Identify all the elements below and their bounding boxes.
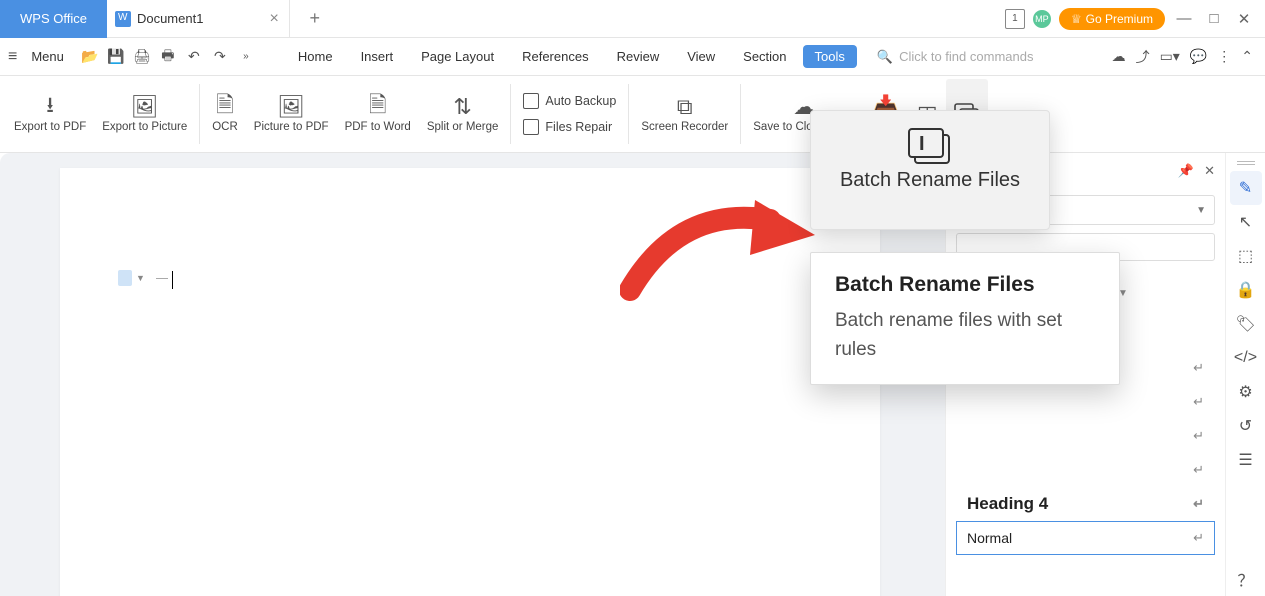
ocr-button[interactable]: 🗎OCR [204, 79, 246, 149]
window-count-badge[interactable]: 1 [1005, 9, 1025, 29]
picture-to-pdf-button[interactable]: 🖼Picture to PDF [246, 79, 337, 149]
title-bar: WPS Office Document1 × + 1 MP ♕ Go Premi… [0, 0, 1265, 38]
recorder-icon: ⧉ [677, 93, 693, 121]
print-icon[interactable]: 🖨 [132, 47, 152, 67]
batch-rename-hover-card: I Batch Rename Files [810, 110, 1050, 230]
rail-pen-icon[interactable]: ✎ [1230, 171, 1262, 205]
export-pdf-button[interactable]: ⭳Export to PDF [6, 79, 94, 149]
ocr-icon: 🗎 [216, 93, 234, 121]
hover-card-label: Batch Rename Files [840, 169, 1020, 192]
tooltip-description: Batch rename files with set rules [835, 307, 1095, 364]
rail-settings-icon[interactable]: ⚙ [1230, 375, 1262, 409]
split-merge-button[interactable]: ⇅Split or Merge [419, 79, 507, 149]
new-tab-button[interactable]: + [300, 4, 330, 34]
rail-tag-icon[interactable]: 🏷 [1230, 307, 1262, 341]
ribbon-tools: ⭳Export to PDF 🖼Export to Picture 🗎OCR 🖼… [0, 76, 1265, 153]
picture-icon: 🖼 [131, 93, 159, 121]
search-icon: 🔍 [877, 49, 893, 65]
redo-icon[interactable]: ↷ [210, 47, 230, 67]
annotation-arrow [620, 195, 820, 305]
batch-rename-tooltip: Batch Rename Files Batch rename files wi… [810, 252, 1120, 385]
ruler-tick [156, 278, 168, 279]
panel-close-icon[interactable]: ✕ [1204, 163, 1215, 179]
export-picture-button[interactable]: 🖼Export to Picture [94, 79, 195, 149]
sync-icon[interactable]: ☁ [1112, 48, 1126, 65]
chevron-down-icon: ▼ [136, 273, 145, 283]
comments-icon[interactable]: 💬 [1190, 48, 1207, 65]
rail-drag-handle[interactable] [1237, 161, 1255, 165]
style-row-normal[interactable]: Normal↵ [956, 521, 1215, 555]
svg-text:I: I [919, 133, 925, 155]
batch-rename-large-icon: I [905, 125, 955, 169]
pdf2word-icon: 🗎 [369, 93, 387, 121]
rail-list-icon[interactable]: ☰ [1230, 443, 1262, 477]
quick-access-toolbar: 📂 💾 🖨 🖶 ↶ ↷ » [70, 47, 266, 67]
search-placeholder: Click to find commands [899, 49, 1033, 64]
go-premium-label: Go Premium [1086, 12, 1153, 26]
tab-home[interactable]: Home [286, 45, 345, 68]
pdf-to-word-button[interactable]: 🗎PDF to Word [337, 79, 419, 149]
tab-page-layout[interactable]: Page Layout [409, 45, 506, 68]
pdf-icon: ⭳ [46, 93, 54, 121]
tab-view[interactable]: View [675, 45, 727, 68]
screen-recorder-button[interactable]: ⧉Screen Recorder [633, 79, 736, 149]
tab-close-icon[interactable]: × [269, 10, 278, 28]
window-close-button[interactable]: ✕ [1233, 10, 1255, 28]
pic2pdf-icon: 🖼 [277, 93, 305, 121]
rail-select-icon[interactable]: ⬚ [1230, 239, 1262, 273]
qat-more-icon[interactable]: » [236, 47, 256, 67]
text-cursor [172, 271, 173, 289]
files-repair-button[interactable]: Files Repair [515, 116, 624, 138]
more-menu-icon[interactable]: ⋮ [1217, 48, 1231, 65]
tab-review[interactable]: Review [605, 45, 672, 68]
save-dropdown-icon[interactable]: ▭▾ [1160, 48, 1180, 65]
crown-icon: ♕ [1071, 12, 1082, 26]
style-row[interactable]: ↵ [956, 453, 1215, 487]
style-row[interactable]: ↵ [956, 385, 1215, 419]
page-indicator[interactable]: ▼ [118, 270, 145, 286]
window-maximize-button[interactable]: □ [1203, 10, 1225, 27]
open-icon[interactable]: 📂 [80, 47, 100, 67]
collapse-ribbon-icon[interactable]: ⌃ [1241, 48, 1253, 65]
document-icon [115, 11, 131, 27]
pin-icon[interactable]: 📌 [1178, 163, 1194, 179]
tab-section[interactable]: Section [731, 45, 798, 68]
tab-references[interactable]: References [510, 45, 600, 68]
tab-insert[interactable]: Insert [349, 45, 406, 68]
split-icon: ⇅ [453, 93, 471, 121]
rail-lock-icon[interactable]: 🔒 [1230, 273, 1262, 307]
document-title: Document1 [137, 11, 203, 26]
style-row-heading4[interactable]: Heading 4↵ [956, 487, 1215, 521]
rail-cursor-icon[interactable]: ↖ [1230, 205, 1262, 239]
tab-tools[interactable]: Tools [803, 45, 857, 68]
auto-backup-button[interactable]: Auto Backup [515, 90, 624, 112]
rail-code-icon[interactable]: </> [1230, 341, 1262, 375]
tooltip-title: Batch Rename Files [835, 273, 1095, 297]
menu-button[interactable]: Menu [25, 49, 70, 64]
hamburger-icon[interactable]: ≡ [0, 48, 25, 66]
menu-bar: ≡ Menu 📂 💾 🖨 🖶 ↶ ↷ » Home Insert Page La… [0, 38, 1265, 76]
ribbon-tabs: Home Insert Page Layout References Revie… [286, 45, 857, 68]
document-tab[interactable]: Document1 × [107, 0, 290, 38]
app-tab[interactable]: WPS Office [0, 0, 107, 38]
right-icon-rail: ✎ ↖ ⬚ 🔒 🏷 </> ⚙ ↺ ☰ ？ [1225, 153, 1265, 596]
style-row[interactable]: ↵ [956, 419, 1215, 453]
backup-icon [523, 93, 539, 109]
rail-history-icon[interactable]: ↺ [1230, 409, 1262, 443]
repair-icon [523, 119, 539, 135]
undo-icon[interactable]: ↶ [184, 47, 204, 67]
save-icon[interactable]: 💾 [106, 47, 126, 67]
go-premium-button[interactable]: ♕ Go Premium [1059, 8, 1165, 30]
print-preview-icon[interactable]: 🖶 [158, 47, 178, 67]
window-minimize-button[interactable]: — [1173, 10, 1195, 27]
page-indicator-icon [118, 270, 132, 286]
share-icon[interactable]: ⤴ [1136, 47, 1150, 67]
command-search[interactable]: 🔍 Click to find commands [877, 49, 1034, 65]
rail-help-icon[interactable]: ？ [1230, 562, 1262, 596]
user-avatar[interactable]: MP [1033, 10, 1051, 28]
